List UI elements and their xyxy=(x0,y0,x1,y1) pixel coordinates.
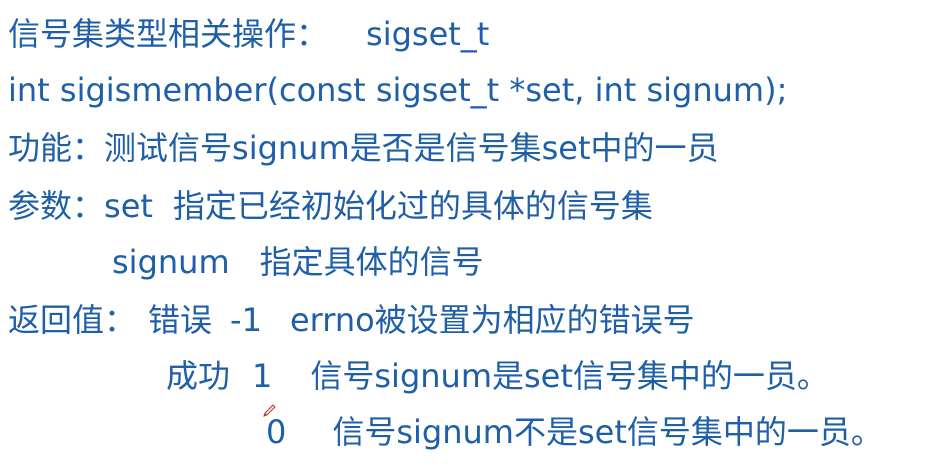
slide: 信号集类型相关操作： sigset_t int sigismember(const… xyxy=(0,0,942,475)
type-name: sigset_t xyxy=(366,15,490,53)
param-label: 参数： xyxy=(8,187,105,225)
success-desc: 信号signum是set信号集中的一员。 xyxy=(310,357,829,395)
title-line: 信号集类型相关操作： sigset_t xyxy=(8,14,489,54)
return-success-line: 成功 1 信号signum是set信号集中的一员。 xyxy=(166,356,829,396)
zero-code: 0 xyxy=(266,413,287,451)
param-signum-desc: 指定具体的信号 xyxy=(259,243,484,281)
zero-desc: 信号signum不是set信号集中的一员。 xyxy=(332,413,883,451)
error-desc: errno被设置为相应的错误号 xyxy=(289,301,695,339)
param-set-name: set xyxy=(104,187,153,225)
function-label: 功能： xyxy=(8,129,105,167)
error-code: -1 xyxy=(230,301,262,339)
signature-text: int sigismember(const sigset_t *set, int… xyxy=(8,71,788,109)
param-signum-name: signum xyxy=(112,243,230,281)
error-status: 错误 xyxy=(148,301,213,339)
return-error-line: 返回值： 错误 -1 errno被设置为相应的错误号 xyxy=(8,300,695,340)
param-signum-line: signum 指定具体的信号 xyxy=(112,242,484,282)
title-label: 信号集类型相关操作： xyxy=(8,15,329,53)
param-set-desc: 指定已经初始化过的具体的信号集 xyxy=(172,187,653,225)
pen-cursor-icon xyxy=(263,404,276,417)
function-desc: 测试信号signum是否是信号集set中的一员 xyxy=(104,129,719,167)
function-line: 功能：测试信号signum是否是信号集set中的一员 xyxy=(8,128,719,168)
success-status: 成功 xyxy=(166,357,231,395)
function-signature: int sigismember(const sigset_t *set, int… xyxy=(8,70,787,110)
return-label: 返回值： xyxy=(8,301,137,339)
success-code: 1 xyxy=(252,357,273,395)
return-zero-line: 0 信号signum不是set信号集中的一员。 xyxy=(266,412,883,452)
param-set-line: 参数：set 指定已经初始化过的具体的信号集 xyxy=(8,186,653,226)
